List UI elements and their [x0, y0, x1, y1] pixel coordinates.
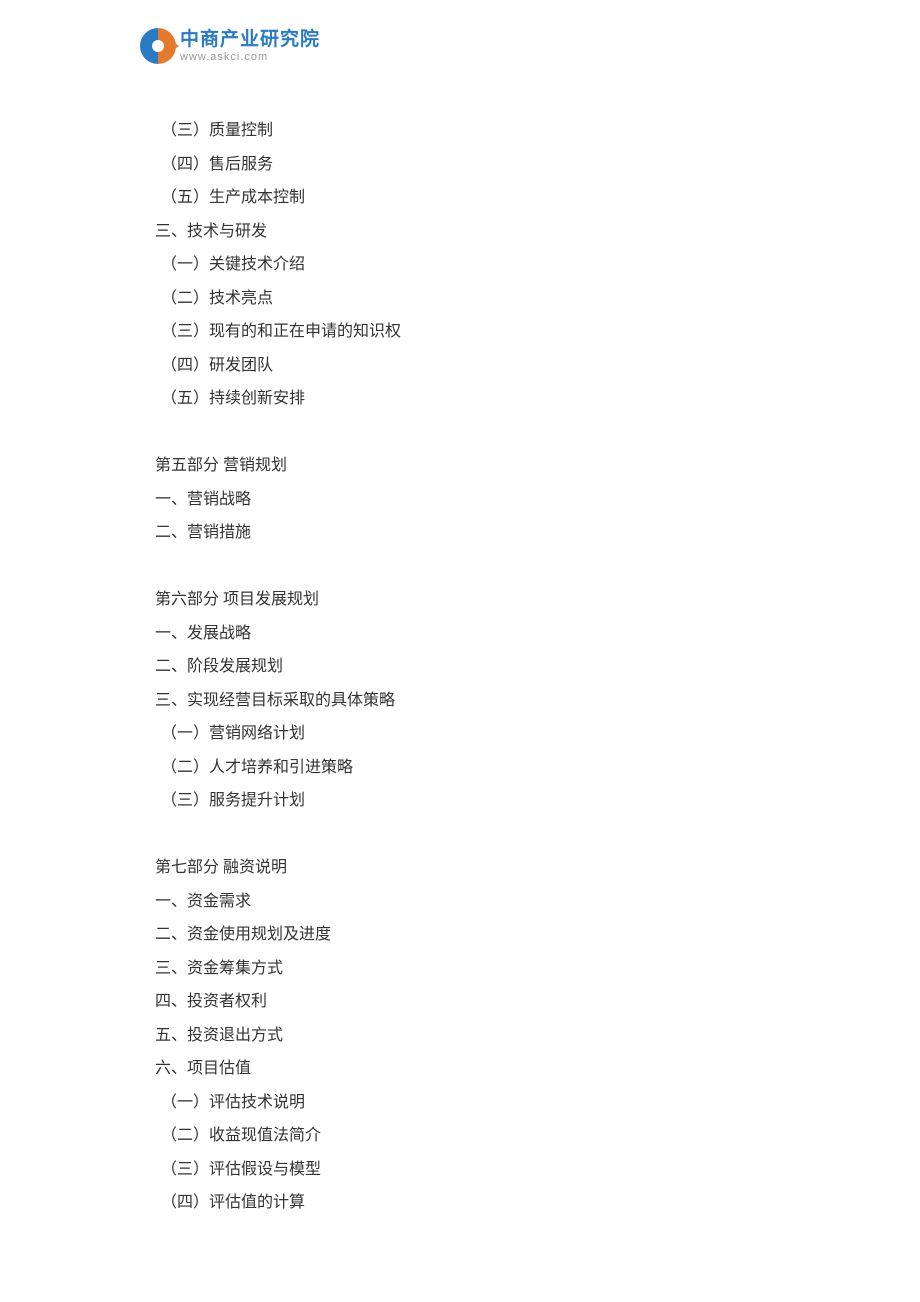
toc-line: （三）现有的和正在申请的知识权 [155, 315, 775, 349]
toc-line: （三）质量控制 [155, 114, 775, 148]
toc-line: （四）售后服务 [155, 148, 775, 182]
toc-line: 五、投资退出方式 [155, 1019, 775, 1053]
section-gap [155, 818, 775, 852]
toc-line: 一、发展战略 [155, 617, 775, 651]
toc-line: 三、实现经营目标采取的具体策略 [155, 684, 775, 718]
toc-line: （五）生产成本控制 [155, 181, 775, 215]
toc-line: 一、营销战略 [155, 483, 775, 517]
toc-line: 二、阶段发展规划 [155, 650, 775, 684]
toc-line: 三、资金筹集方式 [155, 952, 775, 986]
logo-title: 中商产业研究院 [180, 30, 320, 49]
toc-line: 二、营销措施 [155, 516, 775, 550]
toc-line: 四、投资者权利 [155, 985, 775, 1019]
toc-line: 第七部分 融资说明 [155, 851, 775, 885]
toc-line: 第五部分 营销规划 [155, 449, 775, 483]
toc-line: 三、技术与研发 [155, 215, 775, 249]
toc-line: （一）关键技术介绍 [155, 248, 775, 282]
toc-line: （二）技术亮点 [155, 282, 775, 316]
toc-line: 一、资金需求 [155, 885, 775, 919]
logo-subtitle: www.askci.com [180, 51, 320, 63]
toc-line: 第六部分 项目发展规划 [155, 583, 775, 617]
logo-text: 中商产业研究院 www.askci.com [180, 30, 320, 63]
toc-line: 二、资金使用规划及进度 [155, 918, 775, 952]
toc-line: （一）营销网络计划 [155, 717, 775, 751]
toc-line: （三）服务提升计划 [155, 784, 775, 818]
document-body: （三）质量控制（四）售后服务（五）生产成本控制三、技术与研发（一）关键技术介绍（… [155, 114, 775, 1220]
toc-line: （三）评估假设与模型 [155, 1153, 775, 1187]
toc-line: （五）持续创新安排 [155, 382, 775, 416]
toc-line: （四）评估值的计算 [155, 1186, 775, 1220]
toc-line: 六、项目估值 [155, 1052, 775, 1086]
section-gap [155, 416, 775, 450]
toc-line: （四）研发团队 [155, 349, 775, 383]
toc-line: （二）收益现值法简介 [155, 1119, 775, 1153]
section-gap [155, 550, 775, 584]
logo-icon [140, 28, 176, 64]
toc-line: （二）人才培养和引进策略 [155, 751, 775, 785]
page-header: 中商产业研究院 www.askci.com [140, 28, 320, 64]
toc-line: （一）评估技术说明 [155, 1086, 775, 1120]
